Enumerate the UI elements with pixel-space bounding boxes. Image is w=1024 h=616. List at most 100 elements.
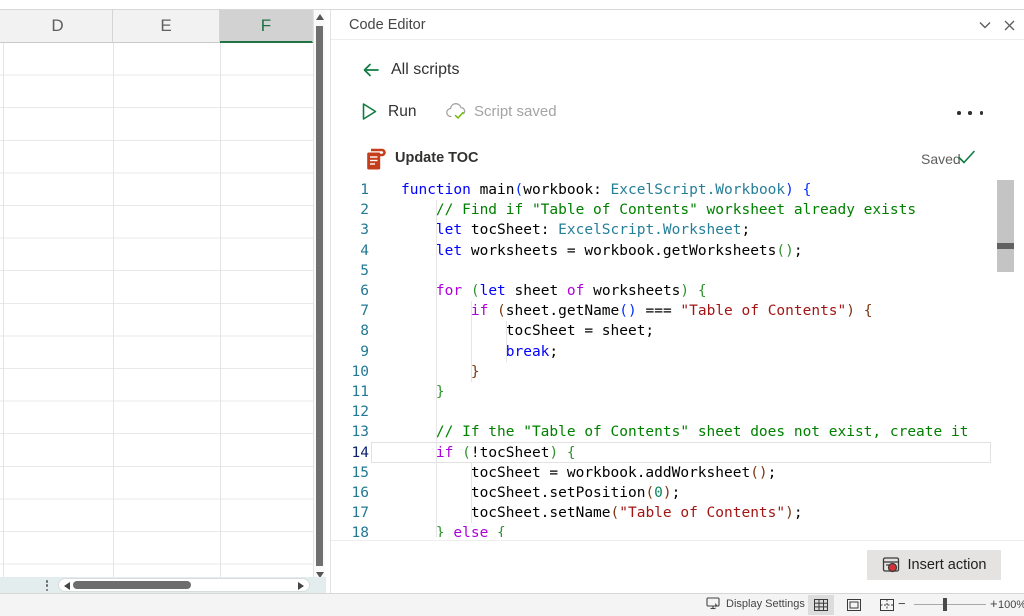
zoom-slider-thumb[interactable] — [943, 598, 947, 611]
code-line-18[interactable]: 18 } else { — [331, 523, 1017, 537]
code-line-2[interactable]: 2 // Find if "Table of Contents" workshe… — [331, 200, 1017, 220]
display-settings-button[interactable]: Display Settings — [706, 597, 805, 610]
saved-check-icon — [957, 149, 976, 170]
code-lines[interactable]: 1function main(workbook: ExcelScript.Wor… — [331, 180, 1017, 537]
worksheet-region[interactable]: DEF — [0, 10, 330, 593]
line-text: function main(workbook: ExcelScript.Work… — [369, 180, 1017, 200]
editor-scrollbar-thumb[interactable] — [997, 180, 1014, 272]
line-text — [369, 261, 1017, 281]
more-options-button[interactable] — [957, 108, 983, 118]
scroll-right-icon[interactable] — [298, 582, 304, 590]
office-script-icon — [364, 148, 386, 177]
code-editor-panel: Code Editor All scripts Run — [330, 10, 1024, 593]
code-line-13[interactable]: 13 // If the "Table of Contents" sheet d… — [331, 422, 1017, 442]
display-settings-label: Display Settings — [726, 598, 805, 610]
insert-action-icon — [882, 556, 900, 574]
chevron-down-icon[interactable] — [975, 15, 995, 35]
back-to-all-scripts[interactable]: All scripts — [331, 54, 459, 86]
line-text: } — [369, 362, 1017, 382]
normal-view-icon — [814, 599, 828, 611]
gridline — [220, 43, 221, 577]
code-line-1[interactable]: 1function main(workbook: ExcelScript.Wor… — [331, 180, 1017, 200]
save-status: Script saved — [445, 102, 557, 121]
column-header-F[interactable]: F — [220, 10, 313, 43]
formula-bar-edge — [0, 0, 1024, 10]
code-line-12[interactable]: 12 — [331, 402, 1017, 422]
gridline — [113, 43, 114, 577]
code-line-9[interactable]: 9 break; — [331, 342, 1017, 362]
zoom-in-button[interactable]: + — [990, 596, 998, 611]
insert-action-button[interactable]: Insert action — [867, 550, 1001, 580]
sheet-horizontal-scroll-area — [0, 577, 326, 593]
all-scripts-label[interactable]: All scripts — [391, 61, 459, 79]
code-line-5[interactable]: 5 — [331, 261, 1017, 281]
status-bar: Display Settings − — [0, 593, 1024, 616]
line-number: 4 — [331, 243, 369, 259]
page-break-icon — [880, 599, 894, 611]
line-number: 14 — [331, 445, 369, 461]
script-title-row: Update TOC Saved — [331, 144, 1024, 178]
column-header-E[interactable]: E — [113, 10, 220, 43]
line-number: 13 — [331, 424, 369, 440]
normal-view-button[interactable] — [808, 595, 834, 615]
line-text: // Find if "Table of Contents" worksheet… — [369, 200, 1017, 220]
save-status-label: Script saved — [474, 103, 557, 120]
line-text — [369, 402, 1017, 422]
sheet-hscroll-thumb[interactable] — [73, 581, 191, 589]
line-text: let tocSheet: ExcelScript.Worksheet; — [369, 220, 1017, 240]
code-line-8[interactable]: 8 tocSheet = sheet; — [331, 321, 1017, 341]
line-text: } — [369, 382, 1017, 402]
panel-footer: Insert action — [331, 540, 1024, 593]
code-line-14[interactable]: 14 if (!tocSheet) { — [331, 442, 1017, 462]
code-line-4[interactable]: 4 let worksheets = workbook.getWorksheet… — [331, 241, 1017, 261]
display-settings-icon — [706, 597, 721, 610]
line-number: 2 — [331, 202, 369, 218]
code-line-6[interactable]: 6 for (let sheet of worksheets) { — [331, 281, 1017, 301]
column-header-D[interactable]: D — [3, 10, 113, 43]
code-line-11[interactable]: 11 } — [331, 382, 1017, 402]
sheet-horizontal-scrollbar[interactable] — [58, 578, 310, 592]
line-number: 18 — [331, 525, 369, 537]
scroll-left-icon[interactable] — [64, 582, 70, 590]
run-button[interactable]: Run — [361, 102, 416, 121]
worksheet-grid[interactable] — [0, 43, 313, 577]
close-icon[interactable] — [999, 15, 1019, 35]
line-text: for (let sheet of worksheets) { — [369, 281, 1017, 301]
line-number: 7 — [331, 303, 369, 319]
page-layout-view-button[interactable] — [841, 595, 867, 615]
code-line-10[interactable]: 10 } — [331, 362, 1017, 382]
script-name[interactable]: Update TOC — [395, 150, 479, 166]
column-headers: DEF — [0, 10, 313, 43]
cloud-saved-icon — [445, 102, 468, 121]
code-line-3[interactable]: 3 let tocSheet: ExcelScript.Worksheet; — [331, 220, 1017, 240]
zoom-out-button[interactable]: − — [898, 596, 906, 611]
line-number: 6 — [331, 283, 369, 299]
scroll-up-icon[interactable] — [316, 14, 324, 20]
line-text: tocSheet = workbook.addWorksheet(); — [369, 463, 1017, 483]
code-line-16[interactable]: 16 tocSheet.setPosition(0); — [331, 483, 1017, 503]
zoom-slider[interactable] — [914, 604, 986, 605]
line-text: tocSheet = sheet; — [369, 321, 1017, 341]
scrollbar-resize-handle[interactable] — [45, 580, 49, 591]
code-line-7[interactable]: 7 if (sheet.getName() === "Table of Cont… — [331, 301, 1017, 321]
line-number: 10 — [331, 364, 369, 380]
line-number: 16 — [331, 485, 369, 501]
back-arrow-icon[interactable] — [361, 60, 381, 80]
page-layout-icon — [847, 599, 861, 611]
sheet-vertical-scrollbar[interactable] — [313, 10, 325, 588]
zoom-level-label[interactable]: 100% — [998, 599, 1024, 611]
cursor-position-marker — [997, 243, 1014, 249]
code-line-15[interactable]: 15 tocSheet = workbook.addWorksheet(); — [331, 463, 1017, 483]
code-line-17[interactable]: 17 tocSheet.setName("Table of Contents")… — [331, 503, 1017, 523]
line-number: 1 — [331, 182, 369, 198]
line-text: if (sheet.getName() === "Table of Conten… — [369, 301, 1017, 321]
editor-scrollbar[interactable] — [997, 180, 1014, 537]
line-number: 12 — [331, 404, 369, 420]
sheet-vscroll-thumb[interactable] — [316, 26, 323, 566]
line-number: 17 — [331, 505, 369, 521]
gridline — [3, 43, 4, 577]
line-text: // If the "Table of Contents" sheet does… — [369, 422, 1017, 442]
run-label: Run — [388, 103, 416, 121]
line-number: 15 — [331, 465, 369, 481]
page-break-view-button[interactable] — [874, 595, 900, 615]
